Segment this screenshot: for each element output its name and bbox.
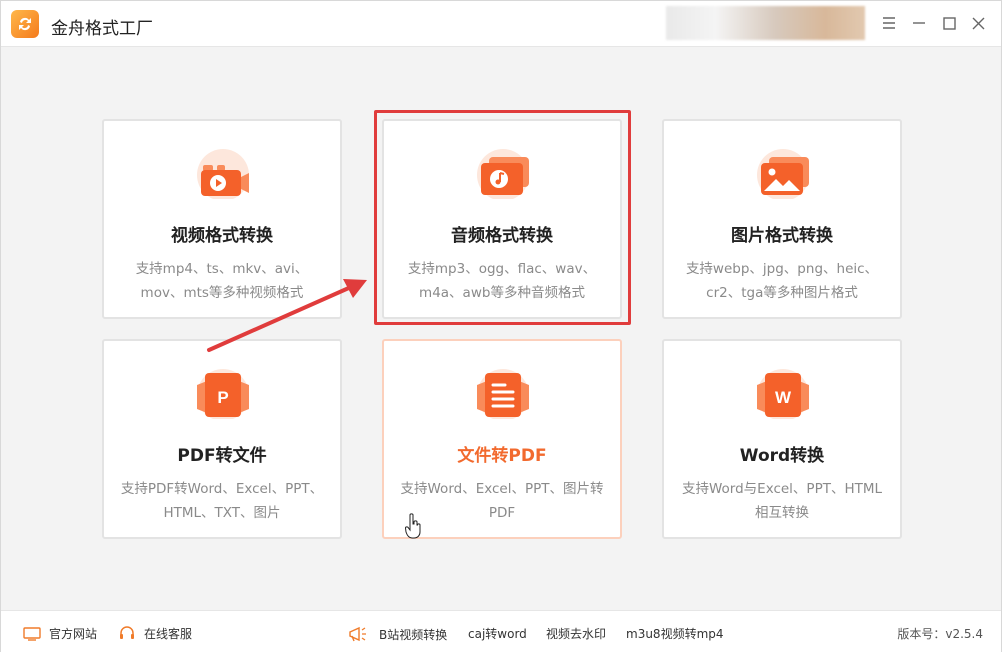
card-title: 图片格式转换 (731, 226, 833, 246)
card-description: 支持mp3、ogg、flac、wav、m4a、awb等多种音频格式 (407, 261, 597, 301)
remove-watermark-link[interactable]: 视频去水印 (546, 625, 606, 642)
footer-bar: 官方网站 在线客服 B站视频转换 caj转word 视频去水印 m3u8视频转m… (1, 610, 1001, 652)
card-title: PDF转文件 (177, 446, 267, 466)
app-window: 金舟格式工厂 视频格式转换 支持mp4、ts、mkv、avi、mov、mts等多… (0, 0, 1002, 652)
close-icon[interactable] (968, 13, 988, 33)
card-audio-convert[interactable]: 音频格式转换 支持mp3、ogg、flac、wav、m4a、awb等多种音频格式 (382, 119, 622, 319)
video-icon (197, 149, 249, 199)
online-support-label: 在线客服 (144, 627, 193, 641)
online-support-link[interactable]: 在线客服 (118, 625, 192, 642)
card-title: 音频格式转换 (451, 226, 553, 246)
svg-text:P: P (217, 388, 228, 407)
app-title: 金舟格式工厂 (51, 19, 153, 39)
bilibili-video-link[interactable]: B站视频转换 (347, 625, 447, 643)
caj-to-word-label: caj转word (468, 627, 527, 641)
card-description: 支持webp、jpg、png、heic、cr2、tga等多种图片格式 (685, 261, 879, 301)
card-description: 支持mp4、ts、mkv、avi、mov、mts等多种视频格式 (135, 261, 309, 301)
audio-icon (477, 149, 529, 199)
m3u8-to-mp4-label: m3u8视频转mp4 (626, 627, 724, 641)
m3u8-to-mp4-link[interactable]: m3u8视频转mp4 (626, 625, 724, 642)
monitor-icon (23, 626, 41, 641)
user-account-area[interactable] (666, 6, 865, 40)
word-icon: W (757, 369, 809, 419)
remove-watermark-label: 视频去水印 (546, 627, 607, 641)
svg-text:W: W (775, 388, 792, 407)
app-logo (11, 10, 39, 38)
card-file-to-pdf[interactable]: 文件转PDF 支持Word、Excel、PPT、图片转PDF (382, 339, 622, 539)
official-website-label: 官方网站 (49, 627, 98, 641)
title-bar: 金舟格式工厂 (1, 1, 1001, 47)
minimize-icon[interactable] (909, 13, 929, 33)
main-content: 视频格式转换 支持mp4、ts、mkv、avi、mov、mts等多种视频格式 音… (1, 48, 1001, 610)
card-word-convert[interactable]: W Word转换 支持Word与Excel、PPT、HTML相互转换 (662, 339, 902, 539)
headset-icon (120, 625, 134, 639)
image-icon (757, 149, 809, 199)
version-label: 版本号：v2.5.4 (897, 627, 983, 641)
card-title: Word转换 (739, 446, 825, 466)
card-description: 支持Word与Excel、PPT、HTML相互转换 (681, 481, 883, 521)
official-website-link[interactable]: 官方网站 (23, 625, 97, 642)
card-video-convert[interactable]: 视频格式转换 支持mp4、ts、mkv、avi、mov、mts等多种视频格式 (102, 119, 342, 319)
card-pdf-to-file[interactable]: P PDF转文件 支持PDF转Word、Excel、PPT、HTML、TXT、图… (102, 339, 342, 539)
caj-to-word-link[interactable]: caj转word (468, 625, 527, 642)
card-description: 支持PDF转Word、Excel、PPT、HTML、TXT、图片 (120, 481, 324, 521)
menu-icon[interactable] (879, 13, 899, 33)
card-description: 支持Word、Excel、PPT、图片转PDF (400, 481, 604, 521)
pdf-icon: P (197, 369, 249, 419)
document-icon (477, 369, 529, 419)
megaphone-icon (349, 626, 366, 642)
card-title: 视频格式转换 (171, 226, 273, 246)
card-title: 文件转PDF (457, 446, 547, 466)
card-image-convert[interactable]: 图片格式转换 支持webp、jpg、png、heic、cr2、tga等多种图片格… (662, 119, 902, 319)
maximize-icon[interactable] (939, 13, 959, 33)
bilibili-video-label: B站视频转换 (379, 627, 448, 642)
